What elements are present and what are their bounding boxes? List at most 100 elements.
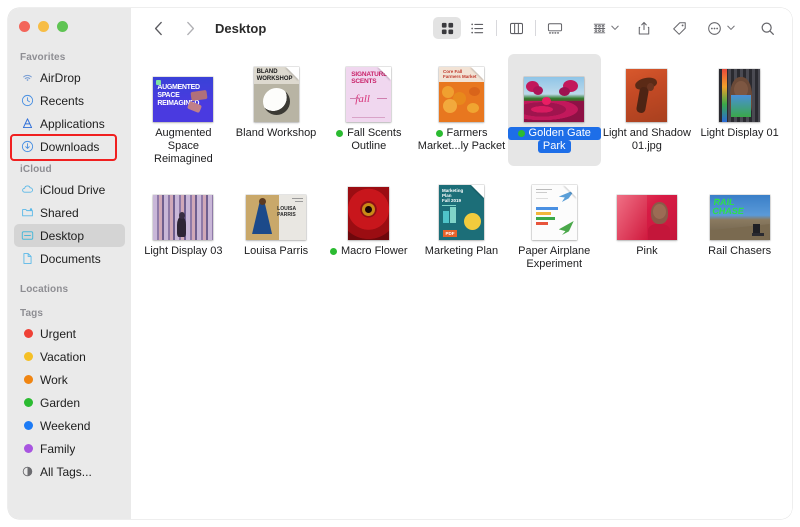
- sidebar-section-tags-header: Tags: [20, 308, 43, 319]
- sidebar-item-tag-family[interactable]: Family: [14, 437, 125, 460]
- sidebar-item-airdrop[interactable]: AirDrop: [14, 66, 125, 89]
- icon-grid: AUGMENTED SPACE REIMAGINED Augmented Space…: [131, 50, 792, 271]
- file-item[interactable]: Light Display 01: [693, 54, 786, 166]
- sidebar-item-applications[interactable]: Applications: [14, 112, 125, 135]
- chevron-down-icon[interactable]: [725, 25, 736, 31]
- file-label: Pink: [636, 245, 658, 257]
- file-item[interactable]: AUGMENTED SPACE REIMAGINED Augmented Space…: [137, 54, 230, 166]
- file-label: Marketing Plan: [424, 245, 499, 257]
- file-thumbnail: SIGNATURE SCENTS fall: [322, 60, 415, 122]
- file-thumbnail: [137, 178, 230, 240]
- sidebar-item-downloads[interactable]: Downloads: [14, 135, 125, 158]
- sidebar-item-tag-vacation[interactable]: Vacation: [14, 345, 125, 368]
- sidebar-item-icloud-drive[interactable]: iCloud Drive: [14, 178, 125, 201]
- file-label: Bland Workshop: [235, 127, 317, 139]
- view-mode-group: [433, 17, 569, 39]
- file-label: Macro Flower: [329, 245, 408, 258]
- file-label: Light Display 01: [700, 127, 779, 139]
- sidebar-section-locations-header: Locations: [20, 284, 69, 295]
- file-label: Paper Airplane Experiment: [518, 245, 591, 270]
- toolbar-divider: [496, 20, 497, 36]
- file-item-selected[interactable]: Golden Gate Park: [507, 54, 601, 166]
- column-view-button[interactable]: [502, 17, 530, 39]
- file-thumbnail: [508, 60, 601, 122]
- sidebar-item-label: Shared: [40, 205, 79, 220]
- tag-dot-icon: [336, 130, 344, 137]
- main-area: Desktop AUGMENTED SPACE REIMAGINED Augme…: [131, 8, 792, 519]
- file-item[interactable]: SIGNATURESCENTS fall Fall Scents Outlin: [322, 54, 415, 166]
- downloads-icon: [20, 140, 34, 154]
- group-by-button[interactable]: [589, 16, 609, 40]
- zoom-button[interactable]: [57, 21, 68, 32]
- file-item[interactable]: Marketing Plan Fall 2019 PDF Marketing Pla…: [415, 172, 508, 271]
- file-item[interactable]: LOUISA PARRIS Louisa Parris: [230, 172, 323, 271]
- sidebar-item-label: Weekend: [40, 418, 91, 433]
- tag-dot-icon: [20, 350, 34, 364]
- back-button[interactable]: [147, 16, 169, 40]
- search-button[interactable]: [756, 16, 778, 40]
- sidebar-item-recents[interactable]: Recents: [14, 89, 125, 112]
- airdrop-icon: [20, 71, 34, 85]
- file-label: Louisa Parris: [243, 245, 309, 257]
- forward-button[interactable]: [179, 16, 201, 40]
- sidebar-item-label: Family: [40, 441, 76, 456]
- file-thumbnail: LOUISA PARRIS: [230, 178, 323, 240]
- sidebar: Favorites AirDrop Recents Applications D…: [8, 8, 131, 519]
- sidebar-item-label: Urgent: [40, 326, 77, 341]
- sidebar-item-desktop[interactable]: Desktop: [14, 224, 125, 247]
- file-label: Fall Scents Outline: [322, 127, 415, 153]
- sidebar-item-tag-work[interactable]: Work: [14, 368, 125, 391]
- sidebar-item-label: Downloads: [40, 139, 100, 154]
- sidebar-item-label: Vacation: [40, 349, 86, 364]
- file-item[interactable]: Paper Airplane Experiment: [508, 172, 601, 271]
- sidebar-item-label: Garden: [40, 395, 81, 410]
- gallery-view-button[interactable]: [541, 17, 569, 39]
- close-button[interactable]: [19, 21, 30, 32]
- sidebar-item-all-tags[interactable]: All Tags...: [14, 460, 125, 483]
- clock-icon: [20, 94, 34, 108]
- tag-dot-icon: [20, 442, 34, 456]
- sidebar-item-label: iCloud Drive: [40, 182, 106, 197]
- sidebar-section-favorites-header: Favorites: [20, 52, 66, 63]
- sidebar-item-label: Applications: [40, 116, 105, 131]
- sidebar-item-label: All Tags...: [40, 464, 92, 479]
- file-item[interactable]: Core Fall Farmers Market Farmers Market.…: [415, 54, 508, 166]
- sidebar-item-tag-urgent[interactable]: Urgent: [14, 322, 125, 345]
- sidebar-item-tag-weekend[interactable]: Weekend: [14, 414, 125, 437]
- sidebar-section-icloud-header: iCloud: [20, 164, 52, 175]
- more-actions-button[interactable]: [703, 16, 725, 40]
- file-item[interactable]: Pink: [601, 172, 694, 271]
- file-item[interactable]: RAIL CHASE Rail Chasers: [693, 172, 786, 271]
- file-thumbnail: [601, 60, 694, 122]
- file-item[interactable]: Light and Shadow 01.jpg: [601, 54, 694, 166]
- tag-dot-icon: [20, 327, 34, 341]
- chevron-down-icon[interactable]: [609, 25, 620, 31]
- list-view-button[interactable]: [463, 17, 491, 39]
- traffic-lights: [8, 16, 131, 46]
- file-label: Rail Chasers: [708, 245, 772, 257]
- tag-dot-icon: [20, 373, 34, 387]
- cloud-icon: [20, 183, 34, 197]
- file-thumbnail: [601, 178, 694, 240]
- file-label: Farmers Market...ly Packet: [417, 127, 506, 152]
- file-item[interactable]: BLAND WORKSHOP Bland Workshop: [230, 54, 323, 166]
- share-button[interactable]: [633, 16, 655, 40]
- file-item[interactable]: Light Display 03: [137, 172, 230, 271]
- tag-dot-icon: [20, 419, 34, 433]
- tag-button[interactable]: [668, 16, 690, 40]
- tag-dot-icon: [20, 396, 34, 410]
- icon-view-button[interactable]: [433, 17, 461, 39]
- file-label: Light Display 03: [144, 245, 223, 257]
- file-thumbnail: [693, 60, 786, 122]
- minimize-button[interactable]: [38, 21, 49, 32]
- desktop-icon: [20, 229, 34, 243]
- sidebar-item-shared[interactable]: Shared: [14, 201, 125, 224]
- file-thumbnail: [322, 178, 415, 240]
- tag-dot-icon: [329, 248, 337, 255]
- sidebar-item-label: Desktop: [40, 228, 85, 243]
- file-thumbnail: BLAND WORKSHOP: [230, 60, 323, 122]
- sidebar-item-tag-garden[interactable]: Garden: [14, 391, 125, 414]
- sidebar-item-documents[interactable]: Documents: [14, 247, 125, 270]
- document-icon: [20, 252, 34, 266]
- file-item[interactable]: Macro Flower: [322, 172, 415, 271]
